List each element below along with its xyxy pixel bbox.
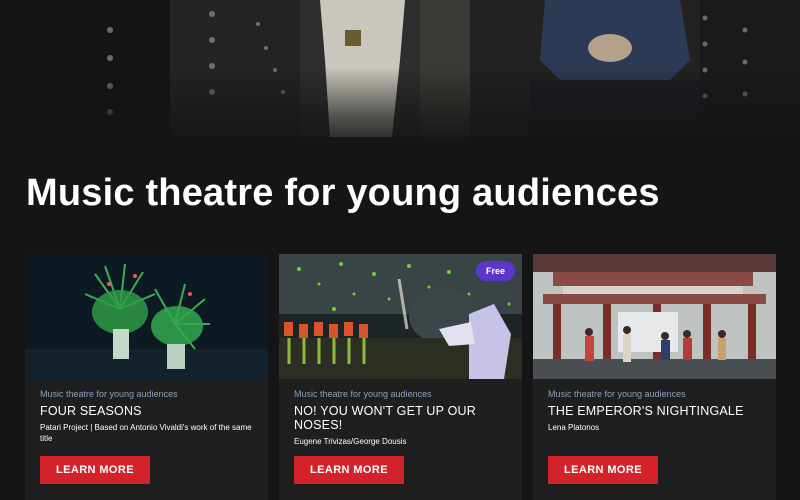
- event-title[interactable]: FOUR SEASONS: [40, 404, 256, 418]
- event-image[interactable]: Free: [279, 254, 522, 379]
- event-card[interactable]: Music theatre for young audiences FOUR S…: [25, 254, 268, 500]
- learn-more-button[interactable]: LEARN MORE: [548, 456, 658, 484]
- section-title: Music theatre for young audiences: [26, 172, 660, 214]
- hero-banner-image: [0, 0, 800, 137]
- learn-more-button[interactable]: LEARN MORE: [294, 456, 404, 484]
- event-category: Music theatre for young audiences: [40, 389, 178, 399]
- event-title[interactable]: THE EMPEROR'S NIGHTINGALE: [548, 404, 764, 418]
- event-subtitle: Eugene Trivizas/George Dousis: [294, 437, 407, 446]
- event-image[interactable]: [25, 254, 268, 379]
- event-title[interactable]: NO! YOU WON'T GET UP OUR NOSES!: [294, 404, 510, 432]
- event-subtitle: Lena Platonos: [548, 423, 600, 432]
- event-subtitle: Patari Project | Based on Antonio Vivald…: [40, 423, 252, 443]
- learn-more-button[interactable]: LEARN MORE: [40, 456, 150, 484]
- event-image[interactable]: [533, 254, 776, 379]
- event-category: Music theatre for young audiences: [548, 389, 686, 399]
- event-category: Music theatre for young audiences: [294, 389, 432, 399]
- event-card[interactable]: Music theatre for young audiences THE EM…: [533, 254, 776, 500]
- free-badge: Free: [475, 261, 515, 281]
- event-card[interactable]: Free Music theatre for young audiences N…: [279, 254, 522, 500]
- event-cards-grid: Music theatre for young audiences FOUR S…: [25, 254, 777, 500]
